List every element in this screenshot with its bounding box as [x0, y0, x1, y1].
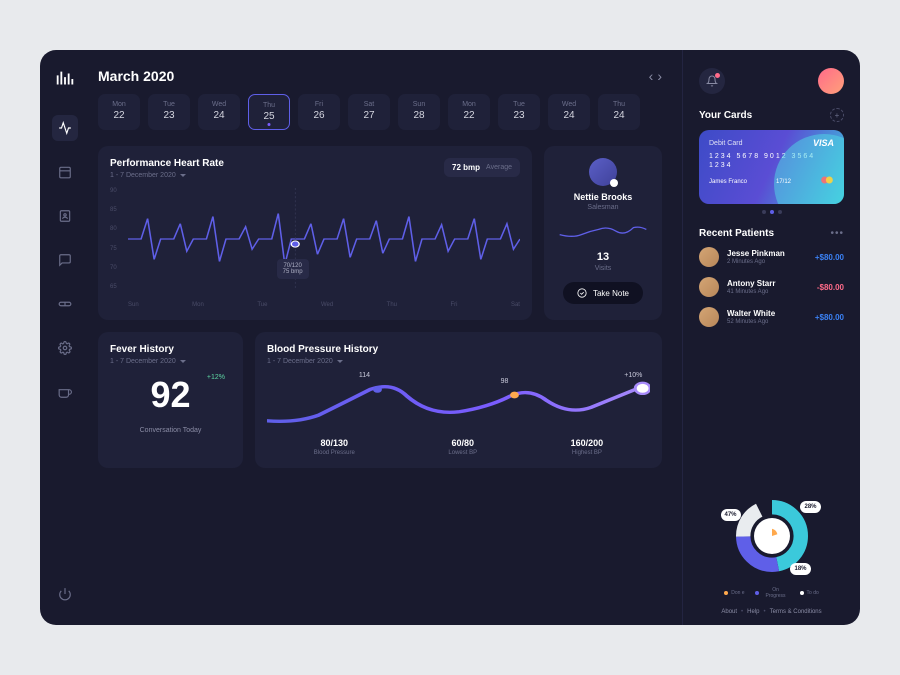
day-card[interactable]: Tue23 [148, 94, 190, 130]
take-note-button[interactable]: Take Note [563, 282, 643, 304]
nav-activity-icon[interactable] [52, 115, 78, 141]
month-title: March 2020 [98, 68, 174, 84]
heart-tooltip: 70/120 75 bmp [277, 259, 309, 279]
fever-label: Conversation Today [110, 427, 231, 434]
bp-stat: 60/80Lowest BP [448, 438, 477, 456]
patients-more[interactable]: ••• [830, 228, 844, 239]
bmp-badge: 72 bmp Average [444, 158, 520, 177]
legend-item: To do [800, 587, 819, 599]
day-card[interactable]: Thu25 [248, 94, 290, 130]
legend-item: Don e [724, 587, 744, 599]
patient-row[interactable]: Jesse Pinkman2 Minutes Ago+$80.00 [699, 247, 844, 267]
mastercard-icon [820, 175, 834, 185]
footer-about[interactable]: About [721, 609, 737, 615]
bp-peak-2: 98 [501, 378, 509, 385]
day-card[interactable]: Fri26 [298, 94, 340, 130]
add-card-button[interactable]: + [830, 108, 844, 122]
main-content: March 2020 ‹ › Mon22Tue23Wed24Thu25Fri26… [90, 50, 682, 625]
logo [54, 68, 76, 95]
patients-title: Recent Patients [699, 228, 774, 239]
cc-name: James Franco [709, 179, 747, 185]
footer-help[interactable]: Help [747, 609, 759, 615]
bp-subtitle[interactable]: 1 - 7 December 2020 [267, 357, 650, 366]
cc-number: 1234 5678 9012 3564 [709, 153, 834, 160]
credit-card[interactable]: Debit Card VISA 1234 5678 9012 3564 1234… [699, 130, 844, 204]
profile-name: Nettie Brooks [574, 192, 633, 202]
bp-stat: 160/200Highest BP [571, 438, 604, 456]
patient-row[interactable]: Antony Starr41 Minutes Ago-$80.00 [699, 277, 844, 297]
calendar-prev[interactable]: ‹ [649, 68, 654, 84]
fever-title: Fever History [110, 344, 231, 355]
bp-change: +10% [624, 372, 642, 379]
fever-card: Fever History 1 - 7 December 2020 +12% 9… [98, 332, 243, 468]
profile-avatar [589, 158, 617, 186]
nav-settings-icon[interactable] [52, 335, 78, 361]
donut-badge-2: 28% [800, 501, 820, 513]
day-card[interactable]: Mon22 [98, 94, 140, 130]
day-card[interactable]: Sat27 [348, 94, 390, 130]
right-panel: Your Cards + Debit Card VISA 1234 5678 9… [682, 50, 860, 625]
card-pagination[interactable] [699, 210, 844, 214]
day-card[interactable]: Tue23 [498, 94, 540, 130]
fever-subtitle[interactable]: 1 - 7 December 2020 [110, 357, 231, 366]
day-card[interactable]: Sun28 [398, 94, 440, 130]
donut-chart: 47% 28% 18% [727, 491, 817, 581]
nav-calendar-icon[interactable] [52, 159, 78, 185]
heart-rate-card: Performance Heart Rate 1 - 7 December 20… [98, 146, 532, 320]
heart-chart: 908580757065 70/120 75 bmp SunMonTueWedT… [110, 188, 520, 308]
patient-row[interactable]: Walter White52 Minutes Ago+$80.00 [699, 307, 844, 327]
footer-links: About • Help • Terms & Conditions [699, 609, 844, 615]
day-card[interactable]: Thu24 [598, 94, 640, 130]
donut-badge-3: 18% [790, 563, 810, 575]
day-card[interactable]: Mon22 [448, 94, 490, 130]
cards-title: Your Cards [699, 110, 752, 121]
bp-stat: 80/130Blood Pressure [314, 438, 355, 456]
nav-power-icon[interactable] [52, 581, 78, 607]
user-avatar[interactable] [818, 68, 844, 94]
day-card[interactable]: Wed24 [548, 94, 590, 130]
sidebar [40, 50, 90, 625]
nav-coffee-icon[interactable] [52, 379, 78, 405]
heart-subtitle[interactable]: 1 - 7 December 2020 [110, 171, 224, 180]
bp-peak-1: 114 [359, 372, 370, 379]
donut-chart-card: 47% 28% 18% Don e On Progress To do [699, 491, 844, 599]
calendar-strip: Mon22Tue23Wed24Thu25Fri26Sat27Sun28Mon22… [98, 94, 662, 130]
visits-count: 13 [597, 251, 609, 263]
visits-label: Visits [595, 265, 612, 272]
heart-title: Performance Heart Rate [110, 158, 224, 169]
blood-pressure-card: Blood Pressure History 1 - 7 December 20… [255, 332, 662, 468]
cc-extra: 1234 [709, 162, 834, 169]
bp-title: Blood Pressure History [267, 344, 650, 355]
day-card[interactable]: Wed24 [198, 94, 240, 130]
notifications-button[interactable] [699, 68, 725, 94]
profile-card: Nettie Brooks Salesman 13 Visits Take No… [544, 146, 662, 320]
nav-contacts-icon[interactable] [52, 203, 78, 229]
calendar-next[interactable]: › [657, 68, 662, 84]
nav-chat-icon[interactable] [52, 247, 78, 273]
profile-role: Salesman [587, 204, 618, 211]
visits-sparkline [556, 219, 650, 245]
donut-badge-1: 47% [721, 509, 741, 521]
cc-brand: VISA [813, 138, 834, 148]
bp-chart: 114 98 +10% [267, 376, 650, 432]
footer-terms[interactable]: Terms & Conditions [770, 609, 822, 615]
legend-item: On Progress [755, 587, 790, 599]
nav-pill-icon[interactable] [52, 291, 78, 317]
fever-value: 92 [110, 377, 231, 413]
cc-exp: 17/12 [776, 179, 791, 185]
